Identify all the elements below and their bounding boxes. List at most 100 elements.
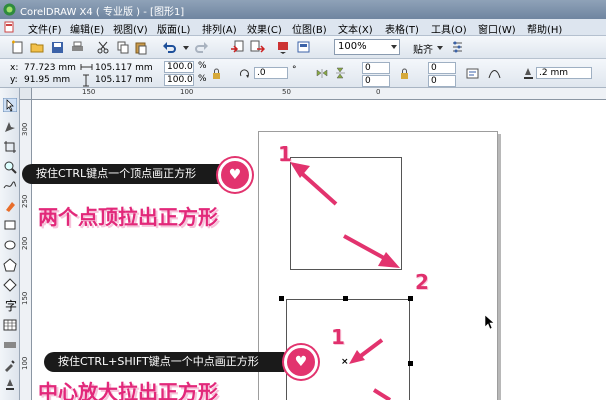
arrow-to-corner-icon bbox=[290, 162, 338, 206]
height-field[interactable]: 105.117 mm bbox=[95, 75, 153, 85]
application-launcher-icon[interactable] bbox=[276, 40, 291, 55]
outline-tool-icon[interactable] bbox=[3, 378, 17, 392]
pick-tool-icon[interactable] bbox=[3, 98, 17, 112]
ruler-label: 250 bbox=[21, 194, 29, 208]
y-position-field[interactable]: 91.95 mm bbox=[24, 75, 70, 85]
snap-to-button[interactable]: 贴齐 bbox=[413, 41, 433, 56]
horizontal-ruler[interactable]: 150 100 50 0 bbox=[20, 88, 606, 100]
mirror-horizontal-icon[interactable] bbox=[316, 67, 329, 80]
text-tool-icon[interactable]: 字 bbox=[3, 298, 17, 312]
width-icon bbox=[80, 64, 93, 70]
menu-edit[interactable]: 编辑(E) bbox=[70, 21, 104, 36]
zoom-tool-icon[interactable] bbox=[3, 160, 17, 174]
heart-icon: ♥ bbox=[294, 354, 308, 370]
ruler-label: 0 bbox=[376, 88, 381, 96]
rectangle-tool-icon[interactable] bbox=[3, 218, 17, 232]
step-number: 1 bbox=[278, 142, 292, 166]
arrow-to-corner-icon bbox=[343, 234, 400, 268]
lock-corners-icon[interactable] bbox=[398, 67, 411, 80]
heart-icon: ♥ bbox=[228, 167, 242, 183]
export-icon[interactable] bbox=[250, 40, 265, 55]
selection-handle[interactable] bbox=[343, 296, 348, 301]
basic-shapes-tool-icon[interactable] bbox=[3, 278, 17, 292]
width-field[interactable]: 105.117 mm bbox=[95, 63, 153, 73]
crop-tool-icon[interactable] bbox=[3, 140, 17, 154]
svg-text:字: 字 bbox=[5, 298, 17, 312]
copy-icon[interactable] bbox=[116, 40, 131, 55]
selection-handle[interactable] bbox=[408, 361, 413, 366]
menu-view[interactable]: 视图(V) bbox=[113, 21, 148, 36]
selection-handle[interactable] bbox=[408, 296, 413, 301]
percent-label: % bbox=[198, 61, 207, 71]
menu-tools[interactable]: 工具(O) bbox=[431, 21, 467, 36]
interactive-blend-tool-icon[interactable] bbox=[3, 338, 17, 352]
vertical-ruler[interactable]: 300 250 200 150 100 bbox=[20, 100, 32, 400]
shape-tool-icon[interactable] bbox=[3, 120, 17, 134]
property-bar: x: 77.723 mm y: 91.95 mm 105.117 mm 105.… bbox=[0, 59, 606, 88]
menu-table[interactable]: 表格(T) bbox=[385, 21, 419, 36]
welcome-screen-icon[interactable] bbox=[296, 40, 311, 55]
x-label: x: bbox=[10, 63, 19, 73]
zoom-level-value: 100% bbox=[338, 41, 367, 52]
window-title: CorelDRAW X4 ( 专业版 ) - [图形1] bbox=[20, 7, 185, 18]
percent-label: % bbox=[198, 74, 207, 84]
chevron-down-icon[interactable] bbox=[437, 46, 443, 50]
menu-layout[interactable]: 版面(L) bbox=[157, 21, 190, 36]
ruler-label: 150 bbox=[21, 291, 29, 305]
print-icon[interactable] bbox=[70, 40, 85, 55]
caption-center-expand: 中心放大拉出正方形 bbox=[38, 380, 218, 400]
corner-radius-bottom-left[interactable]: 0 bbox=[362, 75, 390, 87]
wrap-text-icon[interactable] bbox=[466, 67, 479, 80]
scale-width-field[interactable]: 100.0 bbox=[164, 61, 194, 73]
selection-handle[interactable] bbox=[279, 296, 284, 301]
x-position-field[interactable]: 77.723 mm bbox=[24, 63, 76, 73]
mouse-cursor-icon bbox=[484, 314, 495, 330]
options-icon[interactable] bbox=[450, 40, 465, 55]
ruler-origin[interactable] bbox=[20, 88, 32, 100]
to-curves-icon[interactable] bbox=[488, 67, 501, 80]
freehand-tool-icon[interactable] bbox=[3, 178, 17, 192]
table-tool-icon[interactable] bbox=[3, 318, 17, 332]
menu-bitmaps[interactable]: 位图(B) bbox=[292, 21, 327, 36]
rotation-icon bbox=[239, 69, 249, 78]
toolbox: 字 bbox=[0, 88, 20, 400]
polygon-tool-icon[interactable] bbox=[3, 258, 17, 272]
new-document-icon[interactable] bbox=[10, 40, 25, 55]
mirror-vertical-icon[interactable] bbox=[334, 67, 347, 80]
height-icon bbox=[83, 74, 89, 87]
document-icon[interactable] bbox=[3, 21, 15, 33]
eyedropper-tool-icon[interactable] bbox=[3, 358, 17, 372]
caption-two-corners: 两个点顶拉出正方形 bbox=[38, 205, 218, 229]
menu-effects[interactable]: 效果(C) bbox=[247, 21, 282, 36]
menu-text[interactable]: 文本(X) bbox=[338, 21, 373, 36]
rotation-angle-field[interactable]: .0 bbox=[254, 67, 288, 79]
import-icon[interactable] bbox=[230, 40, 245, 55]
corner-radius-top-right[interactable]: 0 bbox=[428, 62, 456, 74]
tip-ctrl-corner-text: 按住CTRL键点一个顶点画正方形 bbox=[36, 167, 197, 180]
redo-icon[interactable] bbox=[194, 40, 209, 55]
open-folder-icon[interactable] bbox=[30, 40, 45, 55]
step-number: 1 bbox=[331, 325, 345, 349]
lock-ratio-icon[interactable] bbox=[210, 67, 223, 80]
ruler-label: 200 bbox=[21, 236, 29, 250]
menu-file[interactable]: 文件(F) bbox=[28, 21, 62, 36]
menu-arrange[interactable]: 排列(A) bbox=[202, 21, 237, 36]
smart-fill-tool-icon[interactable] bbox=[3, 198, 17, 212]
corner-radius-top-left[interactable]: 0 bbox=[362, 62, 390, 74]
undo-icon[interactable] bbox=[162, 40, 177, 55]
scale-height-field[interactable]: 100.0 bbox=[164, 74, 194, 86]
corner-radius-bottom-right[interactable]: 0 bbox=[428, 75, 456, 87]
ellipse-tool-icon[interactable] bbox=[3, 238, 17, 252]
save-icon[interactable] bbox=[50, 40, 65, 55]
ruler-label: 150 bbox=[82, 88, 96, 96]
menu-window[interactable]: 窗口(W) bbox=[478, 21, 516, 36]
menu-help[interactable]: 帮助(H) bbox=[527, 21, 562, 36]
undo-dropdown-icon[interactable] bbox=[178, 40, 193, 55]
paste-icon[interactable] bbox=[134, 40, 149, 55]
ruler-label: 100 bbox=[180, 88, 194, 96]
tip-ctrl-shift-center: 按住CTRL+SHIFT键点一个中点画正方形 bbox=[44, 352, 284, 372]
cut-icon[interactable] bbox=[96, 40, 111, 55]
tip-ctrl-shift-center-text: 按住CTRL+SHIFT键点一个中点画正方形 bbox=[58, 355, 259, 368]
outline-width-dropdown[interactable]: .2 mm bbox=[536, 67, 592, 79]
zoom-level-dropdown[interactable]: 100% bbox=[334, 39, 400, 55]
